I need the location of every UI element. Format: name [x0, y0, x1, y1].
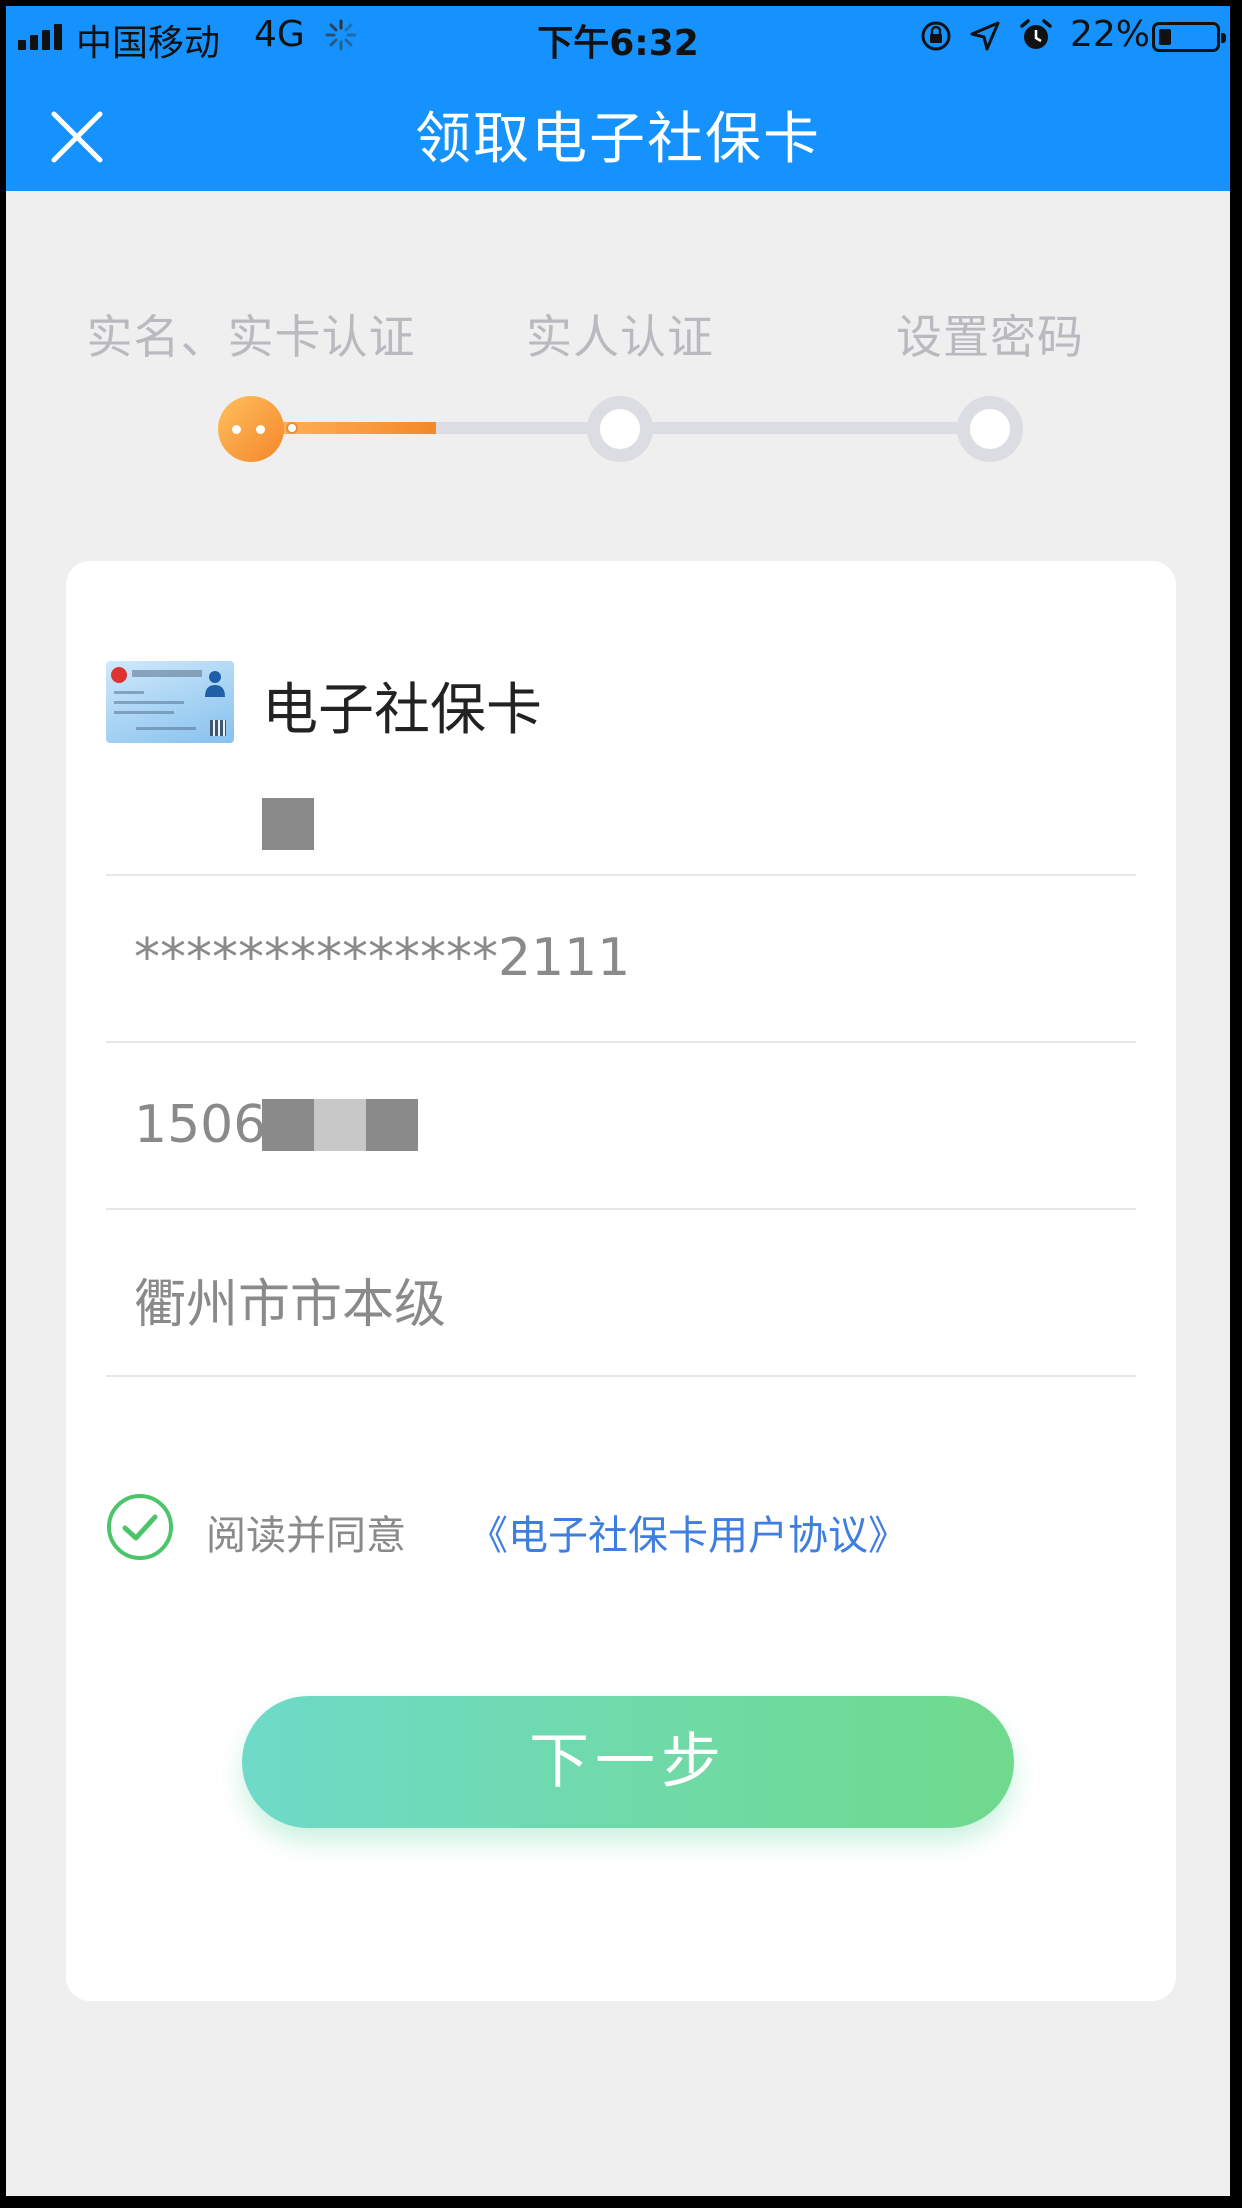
region-value: 衢州市市本级: [134, 1275, 447, 1335]
id-number-field: **************2111: [106, 878, 1136, 1043]
social-security-card-image: [106, 661, 234, 743]
step-track-2: [646, 422, 966, 434]
status-bar: 中国移动 4G 下午6:32 22%: [6, 6, 1230, 66]
battery-percent: 22%: [1070, 14, 1151, 55]
agree-checkbox-icon[interactable]: [106, 1493, 174, 1561]
step-2-node: [587, 396, 653, 462]
agreement-link[interactable]: 《电子社保卡用户协议》: [468, 1503, 908, 1561]
redacted-phone-part: [314, 1099, 366, 1151]
battery-icon: [1152, 22, 1226, 52]
card-title: 电子社保卡: [262, 678, 542, 743]
redacted-phone-part: [366, 1099, 418, 1151]
step-labels: 实名、实卡认证 实人认证 设置密码: [6, 301, 1230, 364]
card-header: 电子社保卡: [106, 661, 806, 743]
step-progress: [276, 422, 436, 434]
redacted-name: [262, 798, 314, 850]
location-icon: [970, 21, 1000, 51]
step-2-label: 实人认证: [526, 310, 714, 364]
step-1-label: 实名、实卡认证: [86, 310, 416, 364]
redacted-phone-part: [262, 1099, 314, 1151]
progress-knob: [286, 422, 298, 434]
app-screen: 中国移动 4G 下午6:32 22% 领取电子社保卡 实名、实卡认证 实人认证 …: [6, 6, 1230, 2196]
agreement-row: 阅读并同意 《电子社保卡用户协议》: [106, 1493, 1106, 1563]
form-card: 电子社保卡 **************2111 1506 衢州市市本级 阅读并…: [66, 561, 1176, 2001]
agreement-text: 阅读并同意: [206, 1513, 406, 1559]
phone-field: 1506: [106, 1045, 1136, 1210]
next-step-button[interactable]: 下一步: [242, 1696, 1014, 1828]
rotation-lock-icon: [921, 21, 951, 51]
region-field: 衢州市市本级: [106, 1212, 1136, 1377]
id-number-value: **************2111: [134, 928, 631, 988]
step-3-node: [957, 396, 1023, 462]
step-1-node: [218, 396, 284, 462]
step-3-label: 设置密码: [896, 310, 1084, 364]
header-bar: 中国移动 4G 下午6:32 22% 领取电子社保卡: [6, 6, 1230, 191]
alarm-icon: [1020, 19, 1052, 49]
name-field: [106, 766, 1136, 876]
page-title: 领取电子社保卡: [415, 107, 821, 172]
phone-value: 1506: [134, 1095, 267, 1155]
